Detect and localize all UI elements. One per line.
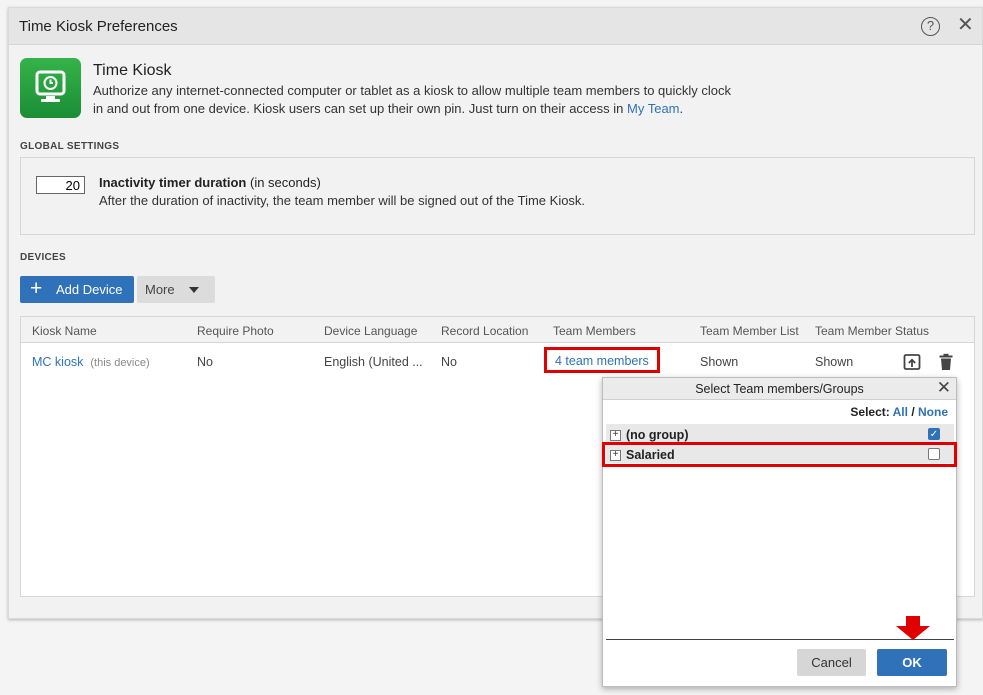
- ok-button[interactable]: OK: [877, 649, 947, 676]
- more-button[interactable]: More: [137, 276, 215, 303]
- column-header[interactable]: Team Member List: [700, 324, 799, 338]
- select-separator: /: [907, 405, 918, 419]
- group-label: (no group): [626, 428, 689, 442]
- select-none-link[interactable]: None: [918, 405, 948, 419]
- team-member-list-cell: Shown: [700, 355, 739, 369]
- timer-description: After the duration of inactivity, the te…: [99, 193, 586, 208]
- column-header[interactable]: Require Photo: [197, 324, 274, 338]
- dialog-title: Time Kiosk Preferences: [19, 18, 178, 35]
- devices-label: DEVICES: [20, 252, 67, 263]
- intro-suffix: .: [679, 101, 684, 116]
- popup-header: Select Team members/Groups ✕: [603, 378, 956, 400]
- kiosk-name-link[interactable]: MC kiosk: [32, 355, 83, 369]
- select-all-link[interactable]: All: [893, 405, 908, 419]
- group-checkbox-checked[interactable]: ✓: [928, 428, 940, 440]
- select-all-none: Select: All / None: [850, 405, 948, 419]
- intro-description: Authorize any internet-connected compute…: [93, 82, 773, 118]
- inactivity-timer-input[interactable]: [36, 176, 85, 194]
- timer-title-bold: Inactivity timer duration: [99, 175, 247, 190]
- group-row-no-group[interactable]: + (no group) ✓: [606, 424, 954, 444]
- column-header[interactable]: Record Location: [441, 324, 528, 338]
- intro-title: Time Kiosk: [93, 62, 172, 79]
- chevron-down-icon: [189, 287, 199, 293]
- column-header[interactable]: Device Language: [324, 324, 417, 338]
- more-label: More: [145, 282, 175, 297]
- popup-title: Select Team members/Groups: [695, 382, 864, 396]
- add-device-button[interactable]: + Add Device: [20, 276, 134, 303]
- team-member-status-cell: Shown: [815, 355, 854, 369]
- time-kiosk-app-icon: [20, 58, 81, 118]
- help-icon[interactable]: ?: [921, 17, 940, 36]
- global-settings-panel: Inactivity timer duration (in seconds) A…: [20, 157, 975, 235]
- intro-description-line2: in and out from one device. Kiosk users …: [93, 101, 628, 116]
- cancel-button[interactable]: Cancel: [797, 649, 866, 676]
- intro-description-line1: Authorize any internet-connected compute…: [93, 83, 732, 98]
- dialog-header: Time Kiosk Preferences ? ✕: [9, 8, 982, 45]
- record-location-cell: No: [441, 355, 457, 369]
- select-team-members-popup: Select Team members/Groups ✕ Select: All…: [602, 377, 957, 687]
- device-language-cell: English (United ...: [324, 355, 423, 369]
- kiosk-name-cell: MC kiosk (this device): [32, 355, 150, 369]
- timer-unit: (in seconds): [246, 175, 321, 190]
- expand-icon[interactable]: +: [610, 430, 621, 441]
- global-settings-label: GLOBAL SETTINGS: [20, 141, 120, 152]
- add-device-label: Add Device: [56, 282, 123, 297]
- kiosk-note: (this device): [90, 357, 150, 369]
- group-row-salaried[interactable]: + Salaried: [606, 444, 954, 464]
- table-header: Kiosk Name Require Photo Device Language…: [21, 317, 974, 343]
- column-header[interactable]: Team Member Status: [815, 324, 929, 338]
- column-header[interactable]: Team Members: [553, 324, 636, 338]
- upload-icon[interactable]: [903, 353, 921, 371]
- expand-icon[interactable]: +: [610, 450, 621, 461]
- group-checkbox-unchecked[interactable]: [928, 448, 940, 460]
- column-header[interactable]: Kiosk Name: [32, 324, 97, 338]
- team-members-link[interactable]: 4 team members: [544, 347, 660, 373]
- close-icon[interactable]: ✕: [957, 14, 977, 36]
- down-arrow-icon: [896, 616, 930, 640]
- select-label: Select:: [850, 405, 890, 419]
- require-photo-cell: No: [197, 355, 213, 369]
- plus-icon: +: [30, 277, 43, 300]
- timer-title: Inactivity timer duration (in seconds): [99, 175, 321, 190]
- my-team-link[interactable]: My Team: [627, 101, 680, 116]
- close-icon[interactable]: ✕: [937, 378, 951, 398]
- group-label: Salaried: [626, 448, 675, 462]
- trash-icon[interactable]: [937, 353, 955, 371]
